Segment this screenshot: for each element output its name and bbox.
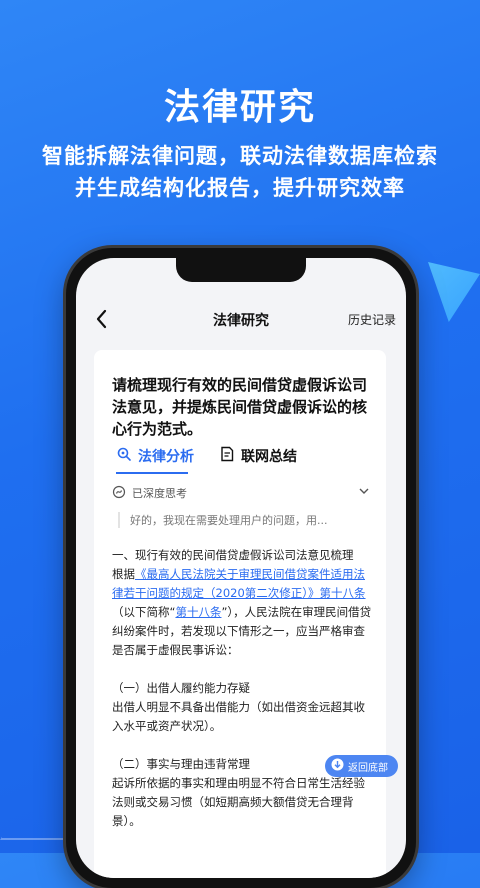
chevron-down-icon[interactable] — [358, 486, 370, 499]
user-question: 请梳理现行有效的民间借贷虚假诉讼司法意见，并提炼民间借贷虚假诉讼的核心行为范式。 — [112, 376, 368, 438]
back-to-bottom-button[interactable]: 返回底部 — [325, 755, 398, 777]
phone-notch — [176, 258, 306, 282]
phone-frame: 法律研究 历史记录 请梳理现行有效的民间借贷虚假诉讼司法意见，并提炼民间借贷虚假… — [66, 248, 416, 888]
result-tabs: 法律分析 联网总结 — [112, 446, 374, 476]
result-card: 请梳理现行有效的民间借贷虚假诉讼司法意见，并提炼民间借贷虚假诉讼的核心行为范式。… — [94, 350, 398, 878]
app-bar: 法律研究 历史记录 — [76, 306, 406, 336]
analysis-content: 一、现行有效的民间借贷虚假诉讼司法意见梳理 根据《最高人民法院关于审理民间借贷案… — [112, 546, 376, 831]
back-to-bottom-label: 返回底部 — [348, 762, 388, 774]
thinking-preview: 好的，我现在需要处理用户的问题，用... — [118, 512, 380, 528]
tab-label: 联网总结 — [241, 449, 297, 465]
tab-legal-analysis[interactable]: 法律分析 — [116, 446, 194, 466]
phone-screen: 法律研究 历史记录 请梳理现行有效的民间借贷虚假诉讼司法意见，并提炼民间借贷虚假… — [76, 258, 406, 878]
text: （以下简称“ — [112, 605, 176, 619]
article-reference-link[interactable]: 第十八条 — [175, 605, 221, 619]
promo-subtitle-line2: 并生成结构化报告，提升研究效率 — [75, 176, 405, 200]
analysis-icon — [116, 446, 132, 466]
item-heading: （一）出借人履约能力存疑 — [112, 681, 250, 695]
document-icon — [220, 446, 235, 466]
paragraph: 根据《最高人民法院关于审理民间借贷案件适用法律若干问题的规定（2020第二次修正… — [112, 565, 376, 660]
thinking-icon — [112, 485, 126, 502]
text: 根据 — [112, 567, 135, 581]
promo-subtitle: 智能拆解法律问题，联动法律数据库检索 并生成结构化报告，提升研究效率 — [0, 140, 480, 204]
active-tab-indicator — [116, 472, 188, 474]
deep-thinking-toggle[interactable]: 已深度思考 — [112, 484, 370, 502]
item-text: 出借人明显不具备出借能力（如出借资金远超其收入水平或资产状况）。 — [112, 700, 365, 733]
thinking-label: 已深度思考 — [132, 487, 187, 500]
history-button[interactable]: 历史记录 — [348, 311, 396, 328]
decorative-triangle — [428, 262, 480, 322]
tab-web-summary[interactable]: 联网总结 — [220, 446, 297, 466]
section-heading: 一、现行有效的民间借贷虚假诉讼司法意见梳理 — [112, 548, 354, 562]
arrow-down-circle-icon — [331, 758, 344, 774]
promo-title: 法律研究 — [163, 87, 316, 128]
tab-label: 法律分析 — [138, 449, 194, 465]
promo-subtitle-line1: 智能拆解法律问题，联动法律数据库检索 — [42, 144, 438, 168]
law-reference-link[interactable]: 《最高人民法院关于审理民间借贷案件适用法律若干问题的规定（2020第二次修正）》… — [112, 567, 366, 600]
item-text: 起诉所依据的事实和理由明显不符合日常生活经验法则或交易习惯（如短期高频大额借贷无… — [112, 776, 365, 828]
decorative-triangle-outline — [0, 730, 70, 840]
